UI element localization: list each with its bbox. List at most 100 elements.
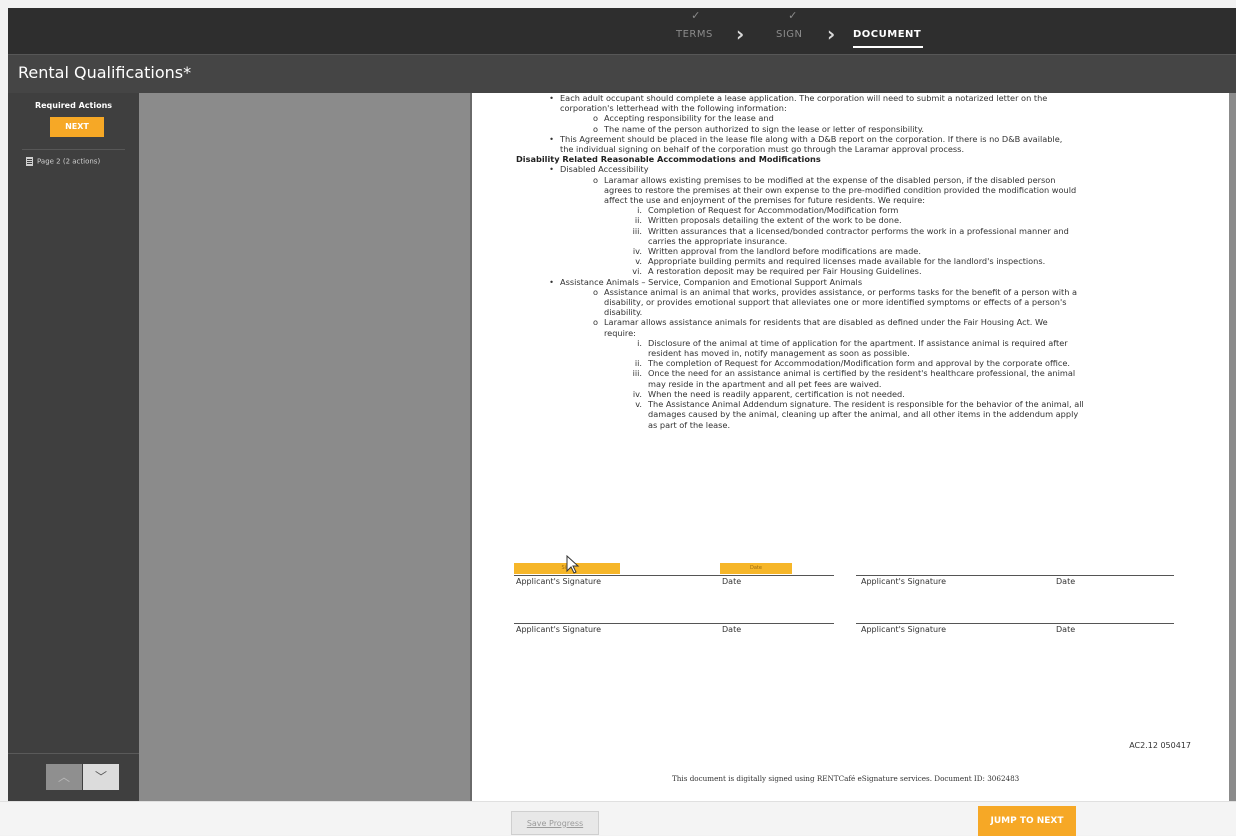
line-text: Each adult occupant should complete a le… xyxy=(560,93,1048,103)
list-marker: • xyxy=(549,93,554,103)
document-line: agrees to restore the premises at their … xyxy=(604,185,1210,195)
progress-stepper: ✓ TERMS › ✓ SIGN › DOCUMENT xyxy=(8,8,1236,54)
line-text: Disclosure of the animal at time of appl… xyxy=(648,337,1068,348)
document-line: ii. The completion of Request for Accommo… xyxy=(635,358,1210,369)
document-line: o Laramar allows assistance animals for r… xyxy=(593,317,1210,328)
section-heading: Disability Related Reasonable Accommodat… xyxy=(516,154,1210,164)
list-marker: ii. xyxy=(634,215,642,226)
signature-line xyxy=(856,623,1174,624)
line-text: A restoration deposit may be required pe… xyxy=(648,266,922,277)
document-line: may reside in the apartment and all pet … xyxy=(648,379,1210,389)
line-text: Assistance Animals – Service, Companion … xyxy=(560,276,863,287)
line-text: Completion of Request for Accommodation/… xyxy=(648,205,899,216)
list-marker: o xyxy=(592,123,598,134)
line-text: Laramar allows assistance animals for re… xyxy=(604,317,1048,328)
esignature-footnote: This document is digitally signed using … xyxy=(672,774,1020,783)
line-text: Disability Related Reasonable Accommodat… xyxy=(516,154,821,165)
document-line: i. Completion of Request for Accommodatio… xyxy=(637,205,1210,216)
document-line: ii. Written proposals detailing the exten… xyxy=(635,215,1210,226)
line-text: Appropriate building permits and require… xyxy=(648,256,1046,267)
document-line: v. Appropriate building permits and requi… xyxy=(635,256,1210,267)
applicant-signature-label: Applicant's Signature xyxy=(861,577,947,586)
document-text: • Each adult occupant should complete a l… xyxy=(516,93,1210,430)
step-terms[interactable]: ✓ TERMS xyxy=(676,8,716,54)
document-line: resident has moved in, notify management… xyxy=(648,348,1210,358)
line-text: disability. xyxy=(604,307,643,318)
list-marker: ii. xyxy=(634,358,642,369)
list-marker: iv. xyxy=(632,246,642,257)
document-line: • This Agreement should be placed in the … xyxy=(549,134,1210,144)
line-text: The completion of Request for Accommodat… xyxy=(648,358,1071,369)
document-line: require: xyxy=(604,328,1210,338)
list-marker: iii. xyxy=(632,225,642,236)
bottom-bar: Save Progress JUMP TO NEXT xyxy=(0,801,1236,836)
line-text: Written proposals detailing the extent o… xyxy=(648,215,902,226)
next-button[interactable]: NEXT xyxy=(50,117,104,137)
document-line: vi. A restoration deposit may be required… xyxy=(632,266,1210,277)
list-marker: • xyxy=(549,276,554,287)
signature-line xyxy=(514,623,834,624)
line-text: may reside in the apartment and all pet … xyxy=(648,378,882,389)
list-marker: iii. xyxy=(632,368,642,379)
applicant-signature-label: Applicant's Signature xyxy=(516,577,602,586)
list-marker: vi. xyxy=(632,266,642,277)
list-marker: i. xyxy=(637,205,642,216)
sidebar-item-label: Page 2 (2 actions) xyxy=(37,157,101,166)
list-marker: • xyxy=(549,133,554,144)
list-marker: o xyxy=(592,286,598,297)
document-line: disability. xyxy=(604,307,1210,317)
date-label: Date xyxy=(722,577,742,586)
document-line: • Assistance Animals – Service, Companion… xyxy=(549,276,1210,287)
line-text: disability, or provides emotional suppor… xyxy=(604,297,1067,308)
line-text: require: xyxy=(604,327,636,338)
applicant-signature-label: Applicant's Signature xyxy=(861,625,947,634)
document-line: o Assistance animal is an animal that wor… xyxy=(593,286,1210,297)
step-sign[interactable]: ✓ SIGN xyxy=(776,8,810,54)
document-line: • Each adult occupant should complete a l… xyxy=(549,93,1210,103)
chevron-up-icon[interactable]: ︿ xyxy=(46,764,82,790)
signature-line xyxy=(856,575,1174,576)
list-marker: o xyxy=(592,113,598,124)
document-line: o Accepting responsibility for the lease … xyxy=(593,113,1210,123)
step-terms-label: TERMS xyxy=(676,29,713,40)
applicant-signature-label: Applicant's Signature xyxy=(516,625,602,634)
step-sign-label: SIGN xyxy=(776,29,803,40)
page-title: Rental Qualifications* xyxy=(18,63,192,82)
line-text: Written approval from the landlord befor… xyxy=(648,246,921,257)
document-line: the individual signing on behalf of the … xyxy=(560,144,1210,154)
document-line: carries the appropriate insurance. xyxy=(648,236,1210,246)
chevron-right-icon: › xyxy=(827,22,836,46)
sidebar-divider xyxy=(22,149,125,150)
document-line: • Disabled Accessibility xyxy=(549,164,1210,174)
line-text: Written assurances that a licensed/bonde… xyxy=(648,225,1069,236)
page-icon xyxy=(26,157,33,166)
document-line: affect the use and enjoyment of the prem… xyxy=(604,195,1210,205)
step-document-label: DOCUMENT xyxy=(853,29,922,40)
line-text: Assistance animal is an animal that work… xyxy=(604,286,1078,297)
sidebar-bottom-divider xyxy=(8,753,139,754)
line-text: the individual signing on behalf of the … xyxy=(560,144,965,155)
line-text: affect the use and enjoyment of the prem… xyxy=(604,195,926,206)
document-line: iv. Written approval from the landlord be… xyxy=(633,246,1210,257)
line-text: damages caused by the animal, cleaning u… xyxy=(648,409,1079,420)
required-actions-heading: Required Actions xyxy=(34,101,113,110)
document-line: i. Disclosure of the animal at time of ap… xyxy=(637,337,1210,348)
line-text: Laramar allows existing premises to be m… xyxy=(604,174,1056,185)
list-marker: i. xyxy=(637,337,642,348)
signature-line xyxy=(514,575,834,576)
document-line: as part of the lease. xyxy=(648,420,1210,430)
document-line: iv. When the need is readily apparent, ce… xyxy=(633,389,1210,399)
save-progress-button[interactable]: Save Progress xyxy=(511,811,599,835)
list-marker: o xyxy=(592,174,598,185)
document-page: • Each adult occupant should complete a l… xyxy=(470,93,1229,801)
line-text: Once the need for an assistance animal i… xyxy=(648,368,1076,379)
date-field[interactable]: Date xyxy=(720,563,792,574)
step-document[interactable]: DOCUMENT xyxy=(853,8,923,54)
line-text: as part of the lease. xyxy=(648,419,731,430)
sidebar-item-page-2[interactable]: Page 2 (2 actions) xyxy=(26,157,100,166)
document-line: disability, or provides emotional suppor… xyxy=(604,297,1210,307)
jump-to-next-button[interactable]: JUMP TO NEXT xyxy=(978,806,1076,836)
chevron-down-icon[interactable]: ﹀ xyxy=(83,764,119,790)
line-text: corporation's letterhead with the follow… xyxy=(560,103,787,114)
date-label: Date xyxy=(722,625,742,634)
